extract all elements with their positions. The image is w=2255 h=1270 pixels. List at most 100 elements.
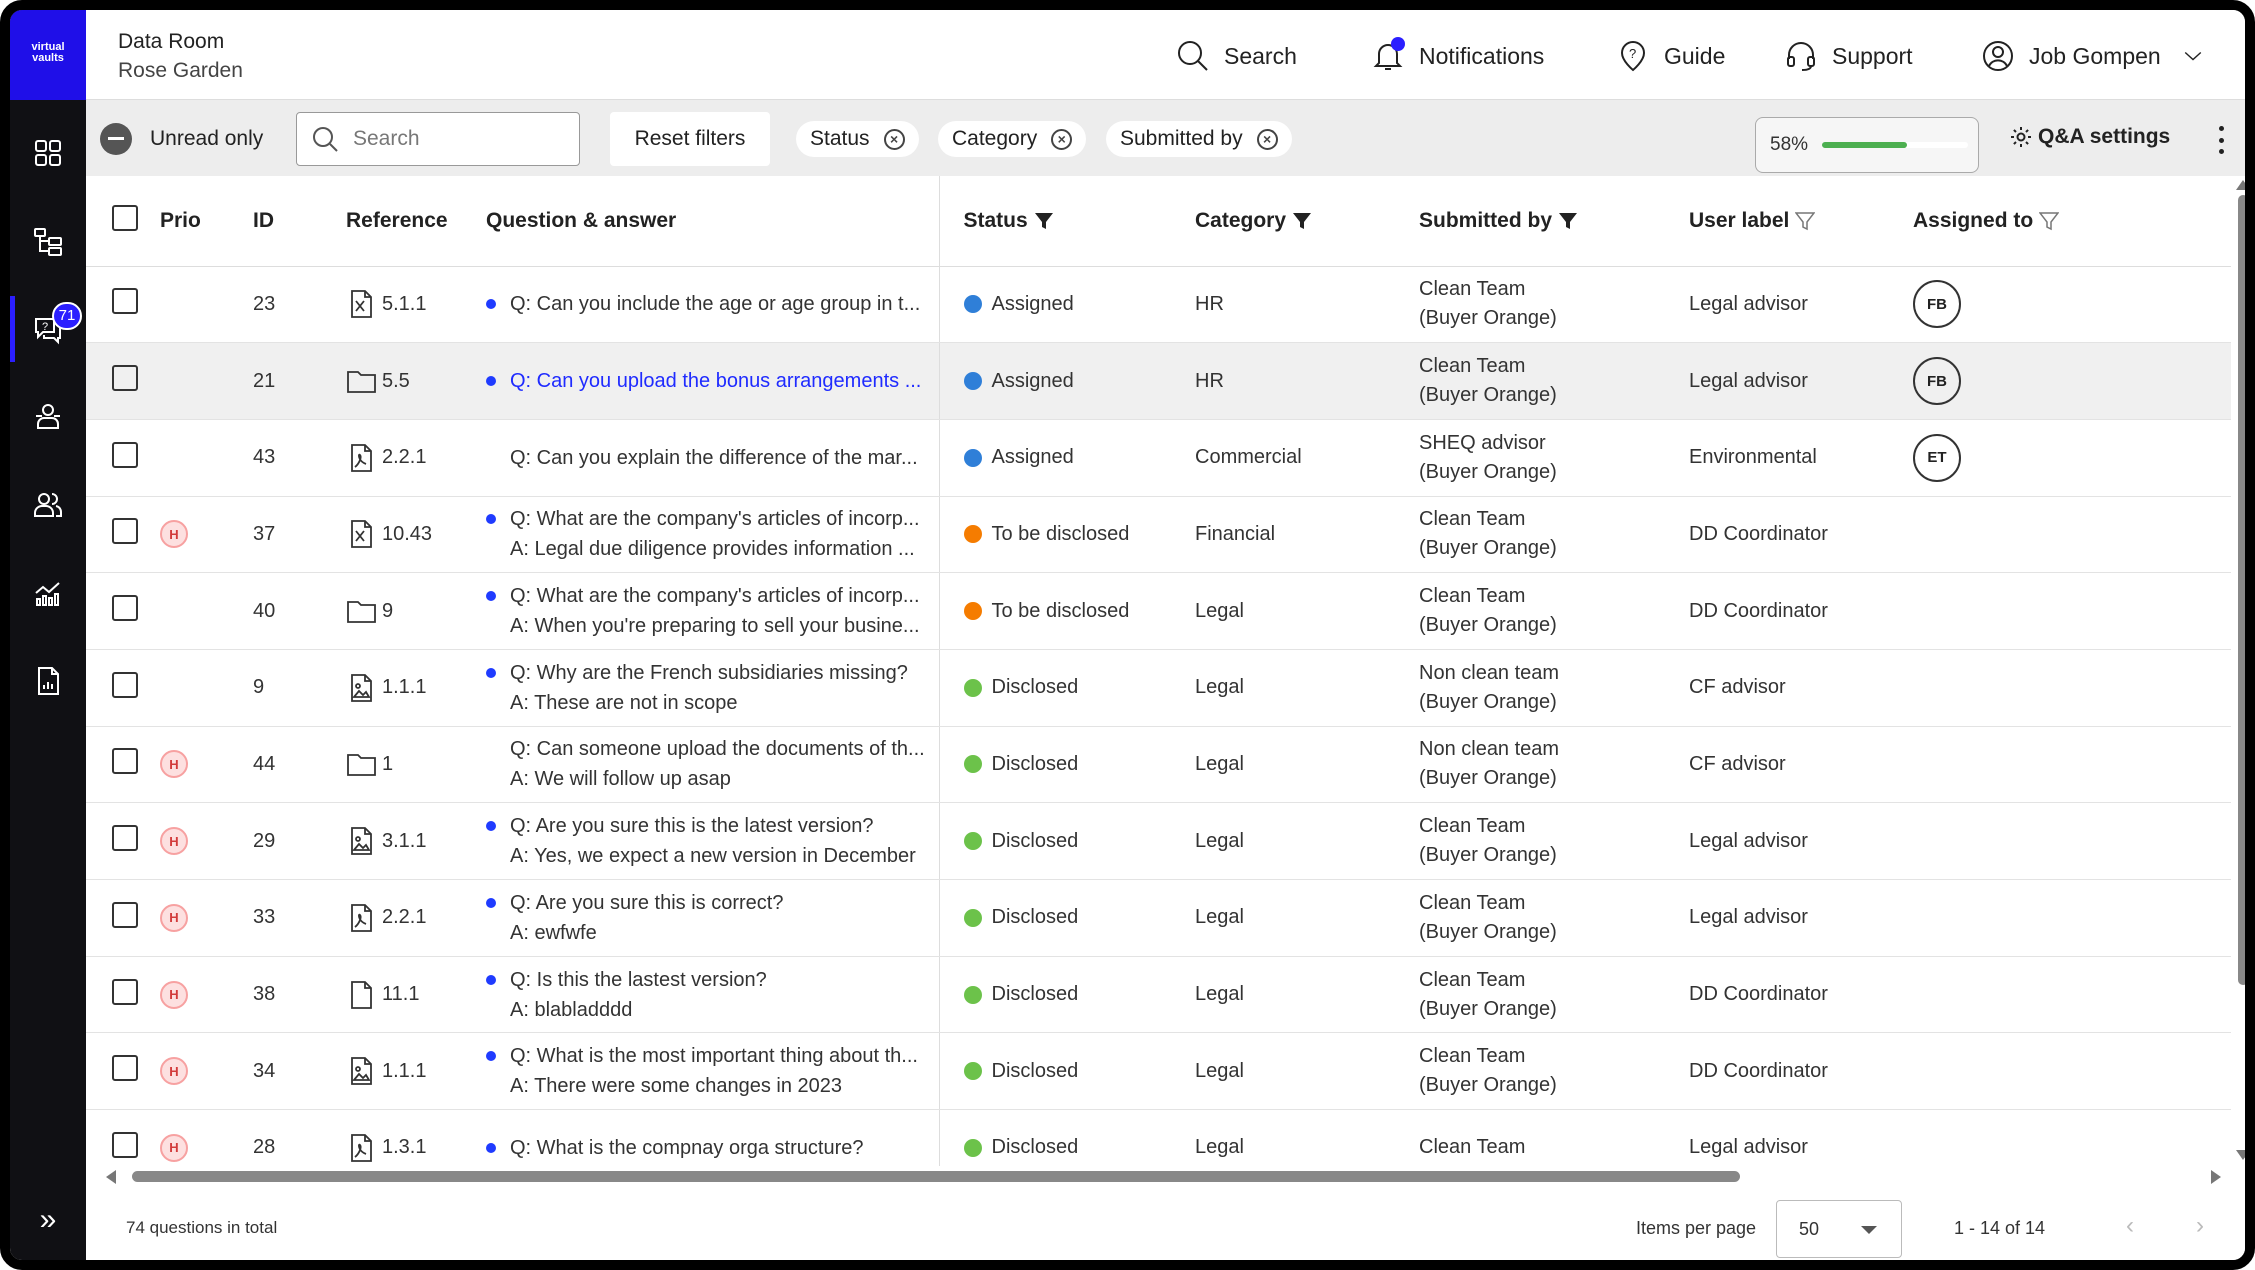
reference-link[interactable]: 5.1.1 bbox=[346, 288, 474, 320]
items-per-page-select[interactable]: 50 bbox=[1776, 1200, 1902, 1258]
question-answer[interactable]: Q: What are the company's articles of in… bbox=[486, 504, 938, 564]
table-row[interactable]: H 33 2.2.1 Q: Are you sure this is correct?… bbox=[86, 879, 2231, 957]
table-row[interactable]: 23 5.1.1 Q: Can you include the age or age… bbox=[86, 266, 2231, 344]
table-row[interactable]: H 44 1 Q: Can someone upload the documents … bbox=[86, 726, 2231, 804]
filter-active-icon[interactable] bbox=[1034, 211, 1054, 231]
qa-settings-button[interactable]: Q&A settings bbox=[2009, 125, 2170, 149]
sidebar-item-documents[interactable] bbox=[10, 206, 86, 276]
row-checkbox[interactable] bbox=[112, 825, 138, 852]
more-options-icon[interactable] bbox=[2211, 122, 2231, 158]
sidebar-item-reports[interactable] bbox=[10, 646, 86, 716]
question-answer[interactable]: Q: What is the most important thing abou… bbox=[486, 1041, 938, 1101]
question-answer[interactable]: Q: Can you explain the difference of the… bbox=[486, 443, 938, 473]
scroll-up-arrow[interactable] bbox=[2236, 180, 2245, 190]
filter-icon[interactable] bbox=[1795, 211, 1816, 231]
brand-logo[interactable]: virtual vaults bbox=[10, 10, 86, 100]
guide-button[interactable]: ? Guide bbox=[1616, 36, 1725, 76]
col-assigned-to[interactable]: Assigned to bbox=[1913, 176, 2231, 267]
question-answer[interactable]: Q: Can someone upload the documents of t… bbox=[486, 734, 938, 794]
row-checkbox[interactable] bbox=[112, 901, 138, 928]
close-icon[interactable]: × bbox=[1256, 128, 1278, 150]
toggle-switch[interactable] bbox=[100, 123, 132, 155]
horizontal-scrollbar[interactable] bbox=[132, 1171, 1740, 1182]
reference-link[interactable]: 2.2.1 bbox=[346, 902, 474, 934]
row-checkbox[interactable] bbox=[112, 518, 138, 545]
vertical-scrollbar[interactable] bbox=[2238, 195, 2245, 985]
col-submitted-by[interactable]: Submitted by bbox=[1419, 176, 1689, 267]
row-checkbox[interactable] bbox=[112, 978, 138, 1005]
row-checkbox[interactable] bbox=[112, 1055, 138, 1082]
filter-chip-status[interactable]: Status × bbox=[796, 121, 919, 157]
table-row[interactable]: 43 2.2.1 Q: Can you explain the difference… bbox=[86, 419, 2231, 497]
table-row[interactable]: H 29 3.1.1 Q: Are you sure this is the late… bbox=[86, 802, 2231, 880]
close-icon[interactable]: × bbox=[1051, 128, 1073, 150]
row-checkbox[interactable] bbox=[112, 671, 138, 698]
row-checkbox[interactable] bbox=[112, 595, 138, 622]
reference-link[interactable]: 3.1.1 bbox=[346, 825, 474, 857]
col-prio[interactable]: Prio bbox=[160, 176, 253, 267]
select-all-checkbox[interactable] bbox=[112, 204, 138, 231]
search-input[interactable]: Search bbox=[296, 112, 580, 166]
col-reference[interactable]: Reference bbox=[346, 176, 474, 267]
col-status[interactable]: Status bbox=[939, 176, 1195, 267]
table-row[interactable]: 9 1.1.1 Q: Why are the French subsidiaries… bbox=[86, 649, 2231, 727]
support-button[interactable]: Support bbox=[1784, 36, 1913, 76]
reference-link[interactable]: 5.5 bbox=[346, 365, 474, 397]
scroll-down-arrow[interactable] bbox=[2236, 1150, 2245, 1160]
assignee-avatar[interactable]: ET bbox=[1913, 433, 1961, 482]
filter-icon[interactable] bbox=[2039, 211, 2060, 231]
reference-link[interactable]: 1.1.1 bbox=[346, 1055, 474, 1087]
question-answer[interactable]: Q: Can you upload the bonus arrangements… bbox=[486, 366, 938, 396]
reference-link[interactable]: 9 bbox=[346, 595, 474, 627]
reference-link[interactable]: 11.1 bbox=[346, 979, 474, 1011]
expand-sidebar-icon[interactable]: » bbox=[10, 1195, 86, 1245]
question-answer[interactable]: Q: Are you sure this is the latest versi… bbox=[486, 811, 938, 871]
question-answer[interactable]: Q: Is this the lastest version? A: blabla… bbox=[486, 965, 938, 1025]
close-icon[interactable]: × bbox=[883, 128, 905, 150]
reference-link[interactable]: 1.3.1 bbox=[346, 1132, 474, 1164]
unread-only-toggle[interactable]: Unread only bbox=[100, 123, 263, 155]
filter-active-icon[interactable] bbox=[1558, 211, 1578, 231]
table-row[interactable]: H 37 10.43 Q: What are the company's articl… bbox=[86, 496, 2231, 574]
row-checkbox[interactable] bbox=[112, 441, 138, 468]
question-answer[interactable]: Q: What is the compnay orga structure? bbox=[486, 1133, 938, 1163]
scroll-right-arrow[interactable] bbox=[2211, 1170, 2221, 1184]
next-page-icon[interactable]: › bbox=[2196, 1212, 2204, 1240]
sidebar-item-users[interactable] bbox=[10, 470, 86, 540]
table-row[interactable]: H 38 11.1 Q: Is this the lastest version? A:… bbox=[86, 956, 2231, 1034]
filter-chip-submitted-by[interactable]: Submitted by × bbox=[1106, 121, 1292, 157]
row-checkbox[interactable] bbox=[112, 748, 138, 775]
reference-link[interactable]: 2.2.1 bbox=[346, 442, 474, 474]
assignee-avatar[interactable]: FB bbox=[1913, 280, 1961, 329]
row-checkbox[interactable] bbox=[112, 1131, 138, 1158]
table-row[interactable]: 40 9 Q: What are the company's articles of… bbox=[86, 572, 2231, 650]
col-question-answer[interactable]: Question & answer bbox=[474, 176, 940, 267]
sidebar-item-groups[interactable] bbox=[10, 382, 86, 452]
reference-link[interactable]: 1.1.1 bbox=[346, 672, 474, 704]
table-row[interactable]: 21 5.5 Q: Can you upload the bonus arrange… bbox=[86, 342, 2231, 420]
sidebar-item-dashboard[interactable] bbox=[10, 118, 86, 188]
scroll-left-arrow[interactable] bbox=[106, 1170, 116, 1184]
assignee-avatar[interactable]: FB bbox=[1913, 357, 1961, 406]
sidebar-item-analytics[interactable] bbox=[10, 558, 86, 628]
user-menu[interactable]: Job Gompen bbox=[1981, 36, 2219, 76]
col-category[interactable]: Category bbox=[1195, 176, 1419, 267]
filter-active-icon[interactable] bbox=[1292, 211, 1312, 231]
question-answer[interactable]: Q: Can you include the age or age group … bbox=[486, 289, 938, 319]
row-checkbox[interactable] bbox=[112, 365, 138, 392]
col-user-label[interactable]: User label bbox=[1689, 176, 1913, 267]
col-id[interactable]: ID bbox=[253, 176, 346, 267]
reference-link[interactable]: 10.43 bbox=[346, 518, 474, 550]
question-answer[interactable]: Q: What are the company's articles of in… bbox=[486, 581, 938, 641]
header-search-button[interactable]: Search bbox=[1176, 36, 1297, 76]
prev-page-icon[interactable]: ‹ bbox=[2126, 1212, 2134, 1240]
reset-filters-button[interactable]: Reset filters bbox=[610, 112, 770, 166]
table-row[interactable]: H 28 1.3.1 Q: What is the compnay orga stru… bbox=[86, 1109, 2231, 1166]
notifications-button[interactable]: Notifications bbox=[1371, 36, 1544, 76]
reference-link[interactable]: 1 bbox=[346, 748, 474, 780]
table-row[interactable]: H 34 1.1.1 Q: What is the most important th… bbox=[86, 1032, 2231, 1111]
row-checkbox[interactable] bbox=[112, 288, 138, 315]
question-answer[interactable]: Q: Why are the French subsidiaries missi… bbox=[486, 658, 938, 718]
question-answer[interactable]: Q: Are you sure this is correct? A: ewfwf… bbox=[486, 888, 938, 948]
filter-chip-category[interactable]: Category × bbox=[938, 121, 1087, 157]
